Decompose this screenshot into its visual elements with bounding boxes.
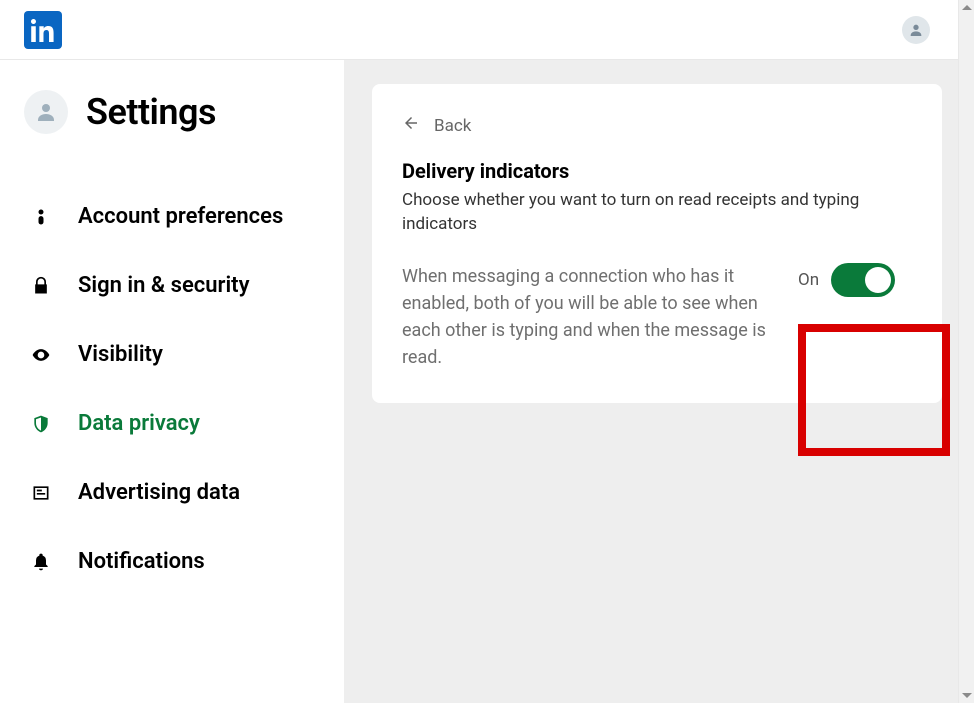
card-title: Delivery indicators <box>402 159 912 183</box>
sidebar-item-label: Advertising data <box>78 480 240 505</box>
card-description: Choose whether you want to turn on read … <box>402 189 912 237</box>
sidebar-item-privacy[interactable]: Data privacy <box>24 389 320 458</box>
sidebar-item-notifications[interactable]: Notifications <box>24 527 320 596</box>
sidebar-item-account[interactable]: Account preferences <box>24 182 320 251</box>
sidebar-item-visibility[interactable]: Visibility <box>24 320 320 389</box>
sidebar-item-security[interactable]: Sign in & security <box>24 251 320 320</box>
bell-icon <box>30 551 52 573</box>
sidebar-item-label: Notifications <box>78 549 205 574</box>
lock-icon <box>30 275 52 297</box>
back-label: Back <box>434 116 471 136</box>
person-icon <box>30 206 52 228</box>
eye-icon <box>30 344 52 366</box>
newspaper-icon <box>30 482 52 504</box>
settings-card: Back Delivery indicators Choose whether … <box>372 84 942 403</box>
sidebar-item-ads[interactable]: Advertising data <box>24 458 320 527</box>
settings-avatar <box>24 90 68 134</box>
scroll-up-icon[interactable] <box>962 5 972 10</box>
arrow-left-icon <box>402 114 420 137</box>
main-panel: Back Delivery indicators Choose whether … <box>344 60 974 703</box>
topbar <box>0 0 974 60</box>
sidebar-item-label: Data privacy <box>78 411 200 436</box>
shield-icon <box>30 413 52 435</box>
scrollbar[interactable] <box>958 0 974 703</box>
toggle-state-label: On <box>798 270 819 290</box>
scroll-down-icon[interactable] <box>962 693 972 698</box>
sidebar-item-label: Visibility <box>78 342 163 367</box>
page-title: Settings <box>86 91 216 133</box>
setting-detail: When messaging a connection who has it e… <box>402 263 772 371</box>
delivery-indicators-toggle[interactable] <box>831 263 895 297</box>
profile-avatar[interactable] <box>902 16 930 44</box>
sidebar: Settings Account preferences Sign in & s… <box>0 60 344 703</box>
settings-header: Settings <box>24 90 320 134</box>
back-button[interactable]: Back <box>402 114 912 137</box>
toggle-area: On <box>792 263 901 297</box>
toggle-knob <box>865 267 891 293</box>
sidebar-item-label: Sign in & security <box>78 273 250 298</box>
sidebar-item-label: Account preferences <box>78 204 283 229</box>
linkedin-logo[interactable] <box>24 11 62 49</box>
setting-row: When messaging a connection who has it e… <box>402 263 912 371</box>
